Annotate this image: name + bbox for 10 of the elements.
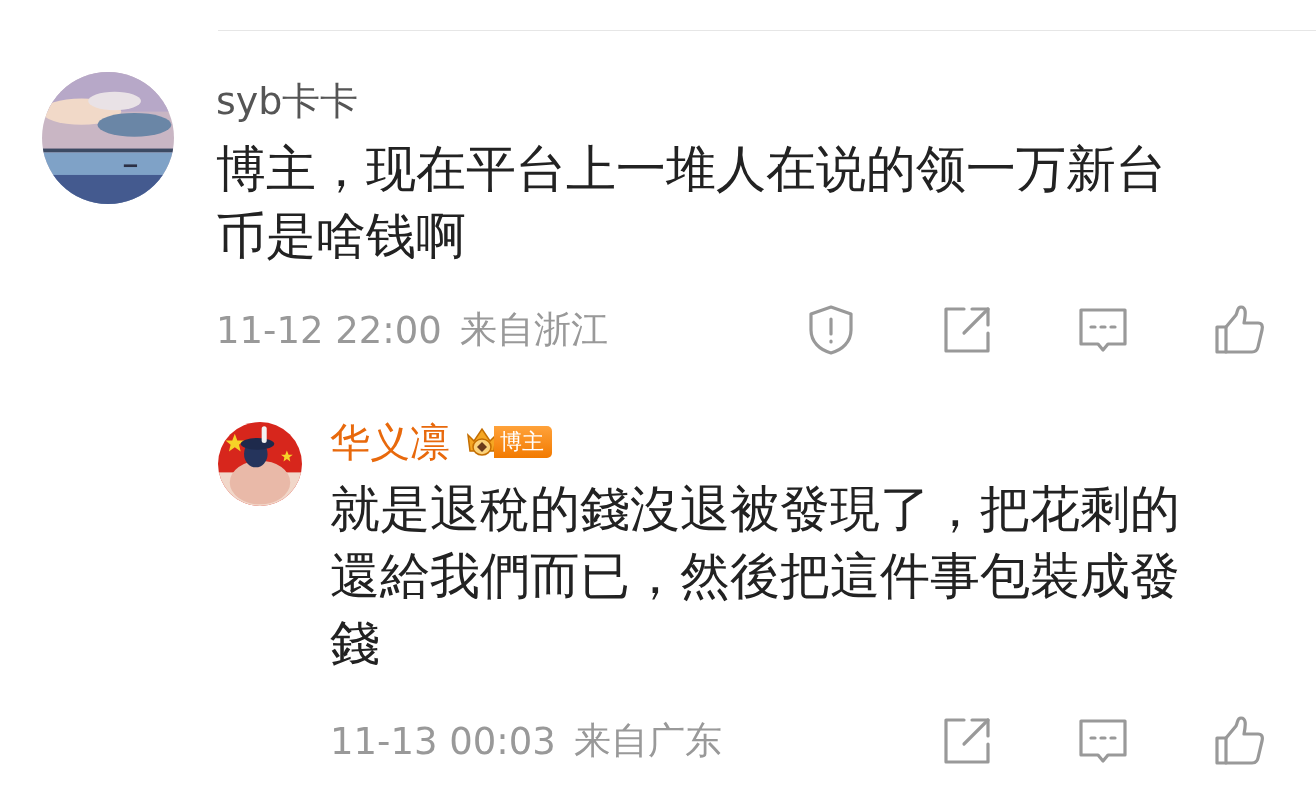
comment-time: 11-13 00:03 <box>330 719 556 763</box>
comment-text: 就是退稅的錢沒退被發現了，把花剩的還給我們而已，然後把這件事包裝成發錢 <box>330 479 1181 674</box>
thumbs-up-icon[interactable] <box>1212 303 1266 357</box>
thumbs-up-icon[interactable] <box>1212 714 1266 768</box>
comment-location: 来自广东 <box>573 718 722 764</box>
user-name[interactable]: syb卡卡 <box>216 79 359 125</box>
comment-location: 来自浙江 <box>459 307 608 353</box>
comment-time: 11-12 22:00 <box>216 308 442 352</box>
author-badge: 博主 <box>494 425 552 459</box>
comment-text: 博主，现在平台上一堆人在说的领一万新台币是啥钱啊 <box>216 139 1167 267</box>
